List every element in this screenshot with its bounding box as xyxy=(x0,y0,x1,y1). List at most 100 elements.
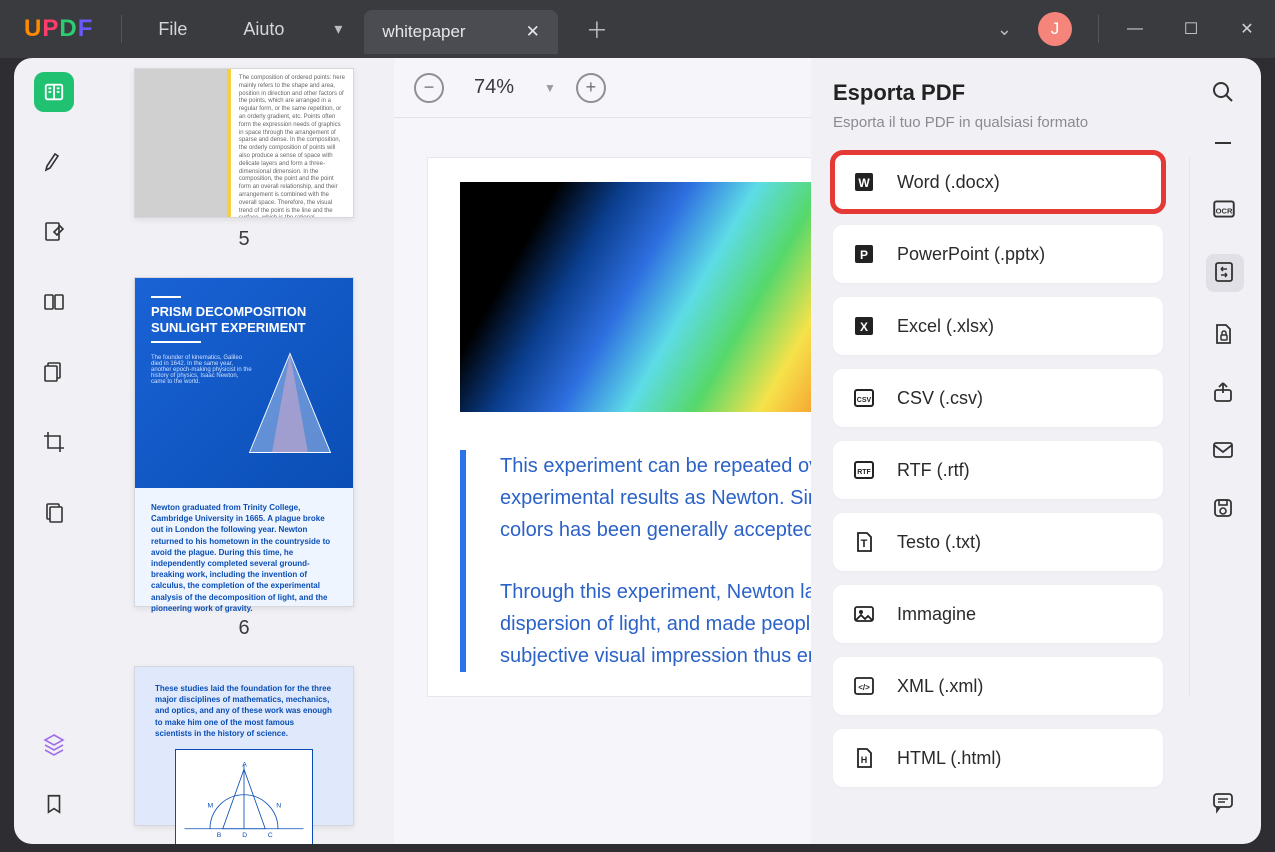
window-maximize-icon[interactable]: ☐ xyxy=(1163,19,1219,39)
export-label: HTML (.html) xyxy=(897,748,1001,769)
reader-mode-icon[interactable] xyxy=(34,72,74,112)
csv-icon: CSV xyxy=(851,385,877,411)
xml-icon: </> xyxy=(851,673,877,699)
left-sidebar xyxy=(14,58,94,844)
svg-text:CSV: CSV xyxy=(857,397,872,404)
bookmark-icon[interactable] xyxy=(34,784,74,824)
export-label: CSV (.csv) xyxy=(897,388,983,409)
protect-icon[interactable] xyxy=(1211,322,1239,350)
export-option-rtf[interactable]: RTF RTF (.rtf) xyxy=(833,441,1163,499)
titlebar: UPDF File Aiuto ▾ whitepaper ✕ ＋ ⌄ J — ☐… xyxy=(0,0,1275,58)
export-option-word[interactable]: W Word (.docx) xyxy=(833,153,1163,211)
svg-text:X: X xyxy=(860,320,868,334)
svg-text:OCR: OCR xyxy=(1216,206,1233,215)
export-option-html[interactable]: H HTML (.html) xyxy=(833,729,1163,787)
powerpoint-icon: P xyxy=(851,241,877,267)
svg-text:P: P xyxy=(860,248,868,262)
thumbnail-image xyxy=(135,69,231,217)
svg-text:B: B xyxy=(217,832,222,839)
layers-icon[interactable] xyxy=(34,724,74,764)
tab-close-icon[interactable]: ✕ xyxy=(526,22,540,42)
user-avatar[interactable]: J xyxy=(1038,12,1072,46)
export-option-powerpoint[interactable]: P PowerPoint (.pptx) xyxy=(833,225,1163,283)
page-thumbnail-5[interactable]: The composition of ordered points: here … xyxy=(134,68,354,218)
workspace: The composition of ordered points: here … xyxy=(14,58,1261,844)
svg-text:RTF: RTF xyxy=(857,469,871,476)
zoom-value: 74% xyxy=(474,76,514,99)
svg-text:A: A xyxy=(242,762,247,769)
export-label: Excel (.xlsx) xyxy=(897,316,994,337)
tab-menu-dropdown[interactable]: ▾ xyxy=(322,19,354,39)
page-thumbnail-7[interactable]: These studies laid the foundation for th… xyxy=(134,666,354,826)
crop-tool-icon[interactable] xyxy=(34,422,74,462)
email-icon[interactable] xyxy=(1211,438,1239,466)
thumbnail-panel[interactable]: The composition of ordered points: here … xyxy=(94,58,394,844)
new-tab-button[interactable]: ＋ xyxy=(586,13,608,45)
right-sidebar: OCR xyxy=(1189,58,1261,844)
svg-text:H: H xyxy=(861,755,868,765)
account-dropdown-icon[interactable]: ⌄ xyxy=(997,19,1012,40)
svg-text:C: C xyxy=(268,832,273,839)
image-icon xyxy=(851,601,877,627)
document-viewport[interactable]: − 74% ▼ + This experiment can be repeate… xyxy=(394,58,1189,844)
page-layout-icon[interactable] xyxy=(34,282,74,322)
thumbnail-text: These studies laid the foundation for th… xyxy=(155,683,333,739)
thumbnail-text: The composition of ordered points: here … xyxy=(231,69,353,217)
window-close-icon[interactable]: ✕ xyxy=(1219,19,1275,39)
export-label: XML (.xml) xyxy=(897,676,983,697)
thumbnail-footer: Newton graduated from Trinity College, C… xyxy=(135,488,353,606)
prism-icon xyxy=(245,348,335,458)
divider xyxy=(1098,15,1099,43)
thumbnail-hero: PRISM DECOMPOSITION SUNLIGHT EXPERIMENT … xyxy=(135,278,353,488)
convert-icon[interactable] xyxy=(1206,254,1244,292)
svg-text:W: W xyxy=(858,176,870,190)
export-option-excel[interactable]: X Excel (.xlsx) xyxy=(833,297,1163,355)
tab-title: whitepaper xyxy=(382,22,465,42)
collapse-icon[interactable] xyxy=(1211,138,1239,166)
divider xyxy=(121,15,122,43)
menu-file[interactable]: File xyxy=(130,19,215,40)
comment-icon[interactable] xyxy=(1211,790,1239,818)
save-icon[interactable] xyxy=(1211,496,1239,524)
html-icon: H xyxy=(851,745,877,771)
search-icon[interactable] xyxy=(1211,80,1239,108)
share-icon[interactable] xyxy=(1211,380,1239,408)
excel-icon: X xyxy=(851,313,877,339)
compress-tool-icon[interactable] xyxy=(34,492,74,532)
export-label: Word (.docx) xyxy=(897,172,1000,193)
page-number: 5 xyxy=(134,228,354,251)
word-icon: W xyxy=(851,169,877,195)
svg-text:T: T xyxy=(861,538,868,550)
export-subtitle: Esporta il tuo PDF in qualsiasi formato xyxy=(833,114,1163,131)
export-label: PowerPoint (.pptx) xyxy=(897,244,1045,265)
ocr-icon[interactable]: OCR xyxy=(1211,196,1239,224)
export-option-csv[interactable]: CSV CSV (.csv) xyxy=(833,369,1163,427)
zoom-out-button[interactable]: − xyxy=(414,73,444,103)
page-thumbnail-6[interactable]: PRISM DECOMPOSITION SUNLIGHT EXPERIMENT … xyxy=(134,277,354,607)
zoom-in-button[interactable]: + xyxy=(576,73,606,103)
document-tab[interactable]: whitepaper ✕ xyxy=(364,10,557,54)
export-title: Esporta PDF xyxy=(833,80,1163,106)
export-label: Testo (.txt) xyxy=(897,532,981,553)
svg-text:M: M xyxy=(207,802,213,809)
svg-text:D: D xyxy=(242,832,247,839)
zoom-dropdown-icon[interactable]: ▼ xyxy=(544,81,556,95)
svg-text:N: N xyxy=(276,802,281,809)
export-option-txt[interactable]: T Testo (.txt) xyxy=(833,513,1163,571)
export-option-xml[interactable]: </> XML (.xml) xyxy=(833,657,1163,715)
export-panel: Esporta PDF Esporta il tuo PDF in qualsi… xyxy=(811,58,1189,844)
text-icon: T xyxy=(851,529,877,555)
organize-pages-icon[interactable] xyxy=(34,352,74,392)
thumbnail-diagram: A M N B D C xyxy=(175,749,313,844)
menu-help[interactable]: Aiuto xyxy=(215,19,312,40)
export-label: Immagine xyxy=(897,604,976,625)
export-label: RTF (.rtf) xyxy=(897,460,970,481)
rtf-icon: RTF xyxy=(851,457,877,483)
window-minimize-icon[interactable]: — xyxy=(1107,20,1163,38)
app-logo: UPDF xyxy=(0,15,113,43)
export-option-image[interactable]: Immagine xyxy=(833,585,1163,643)
page-number: 6 xyxy=(134,617,354,640)
highlight-tool-icon[interactable] xyxy=(34,142,74,182)
edit-tool-icon[interactable] xyxy=(34,212,74,252)
svg-text:</>: </> xyxy=(858,683,870,692)
